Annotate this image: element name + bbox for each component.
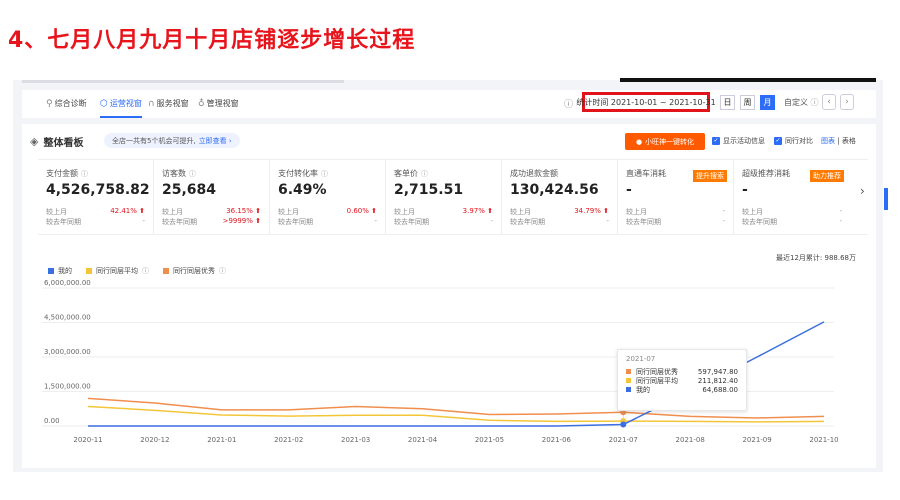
prev-period-button[interactable]: ‹ <box>822 94 836 110</box>
cropped-top-bar <box>620 78 876 82</box>
boost-recommend-badge[interactable]: 助力推荐 <box>810 170 844 182</box>
x-tick-label: 2021-07 <box>609 436 638 444</box>
show-activity-checkbox[interactable]: ✓ 显示活动信息 <box>712 136 765 146</box>
y-tick-label: 1,500,000.00 <box>44 383 91 391</box>
tab-service-view[interactable]: ∩ 服务视窗 <box>148 98 189 109</box>
view-switch: 图表 | 表格 <box>821 137 856 145</box>
layers-icon: ◈ <box>30 135 39 148</box>
view-tabs-bar: ⚲ 综合诊断 ⬡ 运营视窗 ∩ 服务视窗 ♁ 管理视窗 ⓘ 统计时间 2021-… <box>22 90 876 118</box>
opportunity-tip: 全店一共有5个机会可提升, 立即查看 › <box>104 133 240 148</box>
metric-card[interactable]: 支付金额 ⓘ 4,526,758.82 较上月 42.41% ⬆ 较去年同期 - <box>38 160 154 234</box>
tab-management-view[interactable]: ♁ 管理视窗 <box>198 98 239 109</box>
checkmark-icon: ✓ <box>774 137 782 145</box>
mascot-icon: ● <box>635 137 643 146</box>
top-strip <box>22 80 344 83</box>
y-tick-label: 4,500,000.00 <box>44 314 91 322</box>
shield-icon: ⬡ <box>100 98 108 109</box>
tooltip-swatch <box>626 369 631 374</box>
metric-card[interactable]: 超级推荐消耗 助力推荐 - 较上月 - 较去年同期 - <box>734 160 850 234</box>
metric-value: 25,684 <box>162 182 217 198</box>
help-icon: ⓘ <box>421 169 428 178</box>
help-icon: ⓘ <box>189 169 196 178</box>
table-view-toggle[interactable]: 表格 <box>842 137 856 145</box>
x-tick-label: 2021-10 <box>809 436 838 444</box>
tab-overall-diagnosis[interactable]: ⚲ 综合诊断 <box>46 98 87 109</box>
help-icon: ⓘ <box>810 98 819 107</box>
x-tick-label: 2020-11 <box>73 436 102 444</box>
x-tick-label: 2021-08 <box>676 436 705 444</box>
twelve-month-total: 最近12月累计: 988.68万 <box>776 254 856 262</box>
chevron-right-icon[interactable]: › <box>860 184 865 198</box>
one-click-convert-button[interactable]: ● 小旺神一键转化 <box>625 133 705 150</box>
y-tick-label: 0.00 <box>44 417 60 425</box>
x-tick-label: 2021-09 <box>742 436 771 444</box>
date-range-display[interactable]: 统计时间 2021-10-01 ~ 2021-10-31 <box>576 92 716 112</box>
x-tick-label: 2021-04 <box>408 436 438 444</box>
trend-line-chart[interactable]: 0.00 1,500,000.00 3,000,000.00 4,500,000.00… <box>22 274 876 468</box>
metric-card[interactable]: 访客数 ⓘ 25,684 较上月 36.15% ⬆ 较去年同期 >9999% ⬆ <box>154 160 270 234</box>
period-month-button[interactable]: 月 <box>760 95 775 110</box>
help-icon: ⓘ <box>81 169 88 178</box>
metric-value: 130,424.56 <box>510 182 599 198</box>
view-now-link[interactable]: 立即查看 › <box>199 136 232 146</box>
x-tick-label: 2021-02 <box>274 436 303 444</box>
y-tick-label: 3,000,000.00 <box>44 348 91 356</box>
series-point <box>620 421 627 428</box>
bulb-icon: ♁ <box>198 98 205 109</box>
x-tick-label: 2021-01 <box>207 436 236 444</box>
info-icon[interactable]: ⓘ <box>564 97 573 110</box>
custom-period-button[interactable]: 自定义 ⓘ <box>784 97 819 108</box>
x-tick-label: 2021-05 <box>475 436 504 444</box>
metric-card[interactable]: 直通车消耗 提升搜索 - 较上月 - 较去年同期 - <box>618 160 734 234</box>
metric-value: - <box>742 182 748 198</box>
next-period-button[interactable]: › <box>840 94 854 110</box>
metric-value: 2,715.51 <box>394 182 464 198</box>
x-tick-label: 2020-12 <box>140 436 169 444</box>
side-scroll-indicator[interactable] <box>884 188 888 210</box>
metric-value: 6.49% <box>278 182 327 198</box>
location-icon: ⚲ <box>46 98 53 109</box>
metric-value: 4,526,758.82 <box>46 182 150 198</box>
metric-card[interactable]: 客单价 ⓘ 2,715.51 较上月 3.97% ⬆ 较去年同期 - <box>386 160 502 234</box>
period-day-button[interactable]: 日 <box>720 95 735 110</box>
x-tick-label: 2021-03 <box>341 436 370 444</box>
chart-tooltip: 2021-07 同行同层优秀 597,947.80 同行同层平均 211,812… <box>617 349 747 411</box>
metric-card[interactable]: 成功退款金额 130,424.56 较上月 34.79% ⬆ 较去年同期 - <box>502 160 618 234</box>
help-icon: ⓘ <box>321 169 328 178</box>
tooltip-swatch <box>626 387 631 392</box>
peer-compare-checkbox[interactable]: ✓ 同行对比 <box>774 136 813 146</box>
metric-value: - <box>626 182 632 198</box>
checkmark-icon: ✓ <box>712 137 720 145</box>
tooltip-row: 我的 64,688.00 <box>626 385 738 394</box>
period-week-button[interactable]: 周 <box>740 95 755 110</box>
chart-view-toggle[interactable]: 图表 <box>821 137 835 145</box>
page-heading: 4、七月八月九月十月店铺逐步增长过程 <box>8 28 416 53</box>
tab-operation-view[interactable]: ⬡ 运营视窗 <box>100 98 142 118</box>
y-tick-label: 6,000,000.00 <box>44 279 91 287</box>
panel-title: ◈ 整体看板 <box>30 135 84 149</box>
boost-search-badge[interactable]: 提升搜索 <box>693 170 727 182</box>
metric-card[interactable]: 支付转化率 ⓘ 6.49% 较上月 0.60% ⬆ 较去年同期 - <box>270 160 386 234</box>
headset-icon: ∩ <box>148 98 155 109</box>
x-tick-label: 2021-06 <box>542 436 572 444</box>
overview-panel: ◈ 整体看板 全店一共有5个机会可提升, 立即查看 › ● 小旺神一键转化 ✓ … <box>22 124 876 468</box>
tooltip-swatch <box>626 378 631 383</box>
metric-cards: 支付金额 ⓘ 4,526,758.82 较上月 42.41% ⬆ 较去年同期 - 访客… <box>38 159 868 235</box>
